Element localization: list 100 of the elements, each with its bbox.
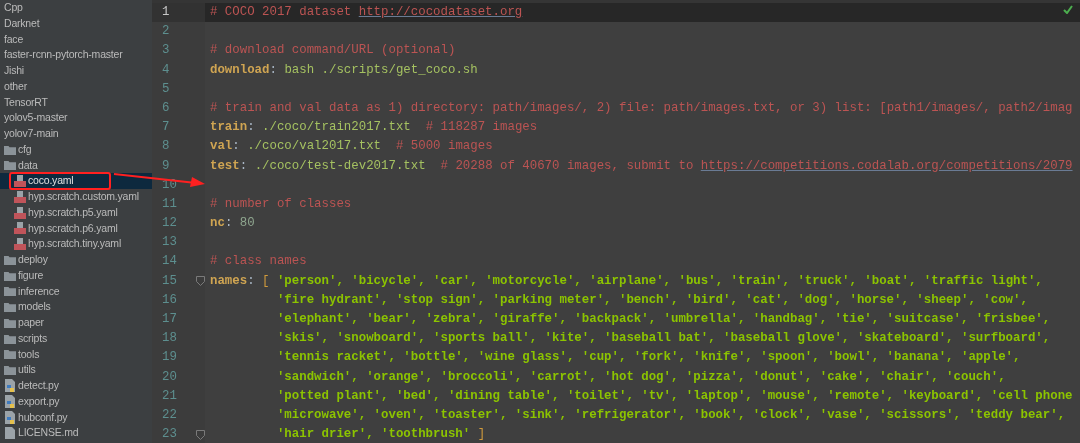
folder-icon <box>4 144 16 155</box>
code-comment: # download command/URL (optional) <box>210 43 456 58</box>
tree-item[interactable]: deploy <box>0 252 152 268</box>
folder-icon <box>4 365 16 376</box>
code-bracket: [ <box>262 273 271 288</box>
yaml-file-icon <box>14 222 26 235</box>
yaml-key: download <box>210 62 270 77</box>
yaml-value: ./coco/train2017.txt <box>262 120 412 135</box>
tree-item[interactable]: TensorRT <box>0 94 152 111</box>
tree-item[interactable]: export.py <box>0 393 152 410</box>
code-comment: # class names <box>210 254 307 269</box>
tree-item[interactable]: models <box>0 299 152 315</box>
tree-item[interactable]: tools <box>0 346 152 363</box>
tree-item[interactable]: hyp.scratch.custom.yaml <box>0 189 152 205</box>
code-comment: # 118287 images <box>425 120 538 135</box>
tree-item[interactable]: face <box>0 31 152 48</box>
tree-item[interactable]: faster-rcnn-pytorch-master <box>0 47 152 63</box>
python-file-icon <box>4 410 16 424</box>
string-list: 'tennis racket', 'bottle', 'wine glass', 'cup', 'fork', 'knife', 'spoon', 'bowl', 'banana', 'apple', <box>276 350 1021 365</box>
string-list: 'elephant', 'bear', 'zebra', 'giraffe', 'backpack', 'umbrella', 'handbag', 'tie', 'suitcase', 'frisbee', <box>276 312 1051 326</box>
tree-item[interactable]: yolov7-main <box>0 126 152 142</box>
tree-item[interactable]: Darknet <box>0 15 152 32</box>
code-punctuation: : <box>239 158 249 173</box>
yaml-key: names <box>210 273 248 288</box>
tree-item[interactable]: utils <box>0 362 152 378</box>
string-list: 'sandwich', 'orange', 'broccoli', 'carrot', 'hot dog', 'pizza', 'donut', 'cake', 'chair', 'couch', <box>276 369 1006 384</box>
folder-icon <box>4 270 16 281</box>
yaml-file-icon <box>14 190 26 203</box>
line-number: 12 <box>161 215 177 233</box>
tree-item[interactable]: inference <box>0 283 152 300</box>
code-punctuation: : <box>247 273 256 288</box>
yaml-key: train <box>210 120 248 135</box>
yaml-value: ./coco/val2017.txt <box>247 139 383 154</box>
line-number: 17 <box>161 311 177 328</box>
folder-icon <box>4 333 16 344</box>
tree-item[interactable]: cfg <box>0 141 152 158</box>
yaml-value: ./coco/test-dev2017.txt <box>254 158 427 173</box>
tree-item[interactable]: hubconf.py <box>0 409 152 426</box>
code-comment: # 5000 images <box>395 139 493 154</box>
tree-item[interactable]: detect.py <box>0 378 152 394</box>
code-bracket: ] <box>477 427 486 442</box>
line-number: 13 <box>161 234 177 252</box>
code-punctuation: : <box>224 216 234 231</box>
code-punctuation: : <box>269 62 278 77</box>
line-number: 1 <box>161 4 170 21</box>
string-list: 'microwave', 'oven', 'toaster', 'sink', 'refrigerator', 'book', 'clock', 'vase', 'scissors', 'teddy bear', <box>276 407 1066 422</box>
string-list: 'hair drier', 'toothbrush' <box>276 427 478 442</box>
folder-icon <box>4 254 16 265</box>
yaml-file-icon <box>14 175 26 188</box>
yaml-key: val <box>210 139 233 154</box>
tree-item[interactable]: figure <box>0 267 152 284</box>
line-number: 18 <box>161 330 177 348</box>
string-list: 'person', 'bicycle', 'car', 'motorcycle', 'airplane', 'bus', 'train', 'truck', 'boat', 'traffic light', <box>276 273 1043 288</box>
tree-item[interactable]: data <box>0 157 152 174</box>
line-number: 3 <box>161 42 170 60</box>
markdown-file-icon <box>4 427 16 440</box>
string-list: 'fire hydrant', 'stop sign', 'parking meter', 'bench', 'bird', 'cat', 'dog', 'horse', 'sheep', 'cow', <box>276 292 1028 307</box>
line-number: 9 <box>161 157 170 175</box>
python-file-icon <box>4 379 16 393</box>
yaml-file-icon <box>14 238 26 251</box>
line-number: 16 <box>161 291 177 309</box>
line-number: 8 <box>161 138 170 156</box>
string-list: 'potted plant', 'bed', 'dining table', 'toilet', 'tv', 'laptop', 'mouse', 'remote', 'keyboard', 'cell phone <box>276 388 1073 403</box>
tree-item[interactable]: LICENSE.md <box>0 425 152 441</box>
line-number: 11 <box>161 195 177 213</box>
code-punctuation: : <box>232 139 241 154</box>
line-number: 15 <box>161 272 177 290</box>
yaml-file-icon <box>14 206 26 219</box>
tree-item[interactable]: hyp.scratch.p6.yaml <box>0 220 152 237</box>
yaml-key: nc <box>210 216 225 231</box>
tree-item[interactable]: hyp.scratch.p5.yaml <box>0 204 152 221</box>
line-number: 2 <box>161 23 170 41</box>
folder-icon <box>4 317 16 328</box>
folder-icon <box>4 349 16 360</box>
folder-icon <box>4 286 16 297</box>
code-comment: # COCO 2017 dataset <box>210 5 353 19</box>
tree-item[interactable]: other <box>0 78 152 95</box>
folder-icon <box>4 160 16 171</box>
fold-marker-icon[interactable] <box>196 429 205 440</box>
code-comment: # number of classes <box>210 196 352 211</box>
tree-item[interactable]: yolov5-master <box>0 110 152 126</box>
line-number: 4 <box>161 61 170 79</box>
line-number: 22 <box>161 406 177 424</box>
code-punctuation: : <box>247 120 256 135</box>
line-number: 19 <box>161 349 177 367</box>
tree-item[interactable]: Cpp <box>0 0 152 16</box>
line-number: 20 <box>161 368 177 386</box>
code-comment: # train and val data as 1) directory: path/images/, 2) file: path/images.txt, or 3) list: [path1/images/, path2/imag <box>210 100 1073 115</box>
code-link[interactable]: http://cocodataset.org <box>358 5 523 19</box>
tree-item[interactable]: paper <box>0 315 152 331</box>
tree-item[interactable]: scripts <box>0 330 152 347</box>
folder-icon <box>4 302 16 313</box>
fold-marker-icon[interactable] <box>196 276 205 287</box>
line-number: 5 <box>161 80 170 98</box>
line-number: 21 <box>161 387 177 405</box>
tree-item[interactable]: Jishi <box>0 63 152 79</box>
tree-item[interactable]: hyp.scratch.tiny.yaml <box>0 236 152 252</box>
line-number: 14 <box>161 253 177 271</box>
code-comment: # 20288 of 40670 images, submit to <box>440 158 695 173</box>
line-number: 7 <box>161 119 170 137</box>
